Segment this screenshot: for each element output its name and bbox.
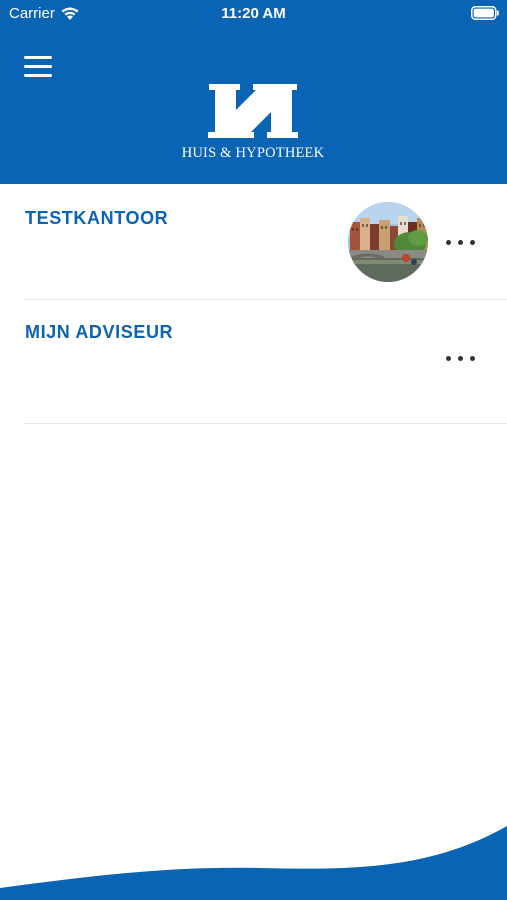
more-options-button[interactable] — [443, 346, 479, 370]
footer-wave-decoration — [0, 826, 507, 900]
list-item-mijn-adviseur[interactable]: MIJN ADVISEUR — [0, 300, 507, 424]
more-options-button[interactable] — [443, 230, 479, 254]
menu-button[interactable] — [20, 52, 56, 82]
list-item-testkantoor[interactable]: TESTKANTOOR — [0, 184, 507, 300]
app-logo: HUIS & HYPOTHEEK — [160, 84, 346, 166]
divider — [25, 423, 507, 424]
hamburger-menu-icon — [24, 56, 52, 59]
more-horizontal-icon — [446, 356, 451, 361]
list-item-title: MIJN ADVISEUR — [25, 322, 174, 342]
status-bar: Carrier 11:20 AM — [0, 0, 507, 28]
office-photo-avatar — [348, 202, 428, 282]
status-time: 11:20 AM — [221, 5, 286, 22]
contact-list: TESTKANTOOR MIJN ADVISEUR — [0, 184, 507, 424]
logo-text: HUIS & HYPOTHEEK — [181, 145, 325, 161]
app-header: Carrier 11:20 AM HUIS & HYPOTHEEK — [0, 0, 507, 184]
battery-icon — [471, 6, 499, 20]
logo-mark-icon — [208, 84, 298, 138]
more-horizontal-icon — [446, 240, 451, 245]
list-item-title: TESTKANTOOR — [25, 208, 169, 228]
